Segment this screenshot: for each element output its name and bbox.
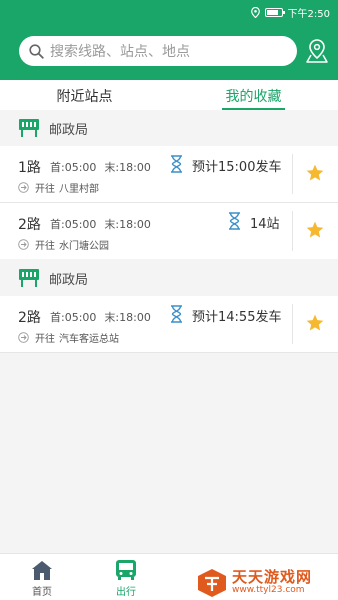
search-icon (29, 43, 44, 59)
direction-destination: 八里村部 (59, 184, 99, 195)
divider (292, 154, 293, 194)
route-row[interactable]: 2路 首:05:00 末:18:00 预计14:55发车 开往 汽车客运总站 (0, 296, 338, 352)
tab-favorites[interactable]: 我的收藏 (169, 80, 338, 110)
route-number: 1路 (18, 160, 41, 176)
direction-prefix: 开往 (35, 241, 55, 252)
star-icon[interactable] (305, 163, 325, 183)
status-time: 下午2:50 (287, 8, 330, 20)
direction-prefix: 开往 (35, 334, 55, 345)
tab-home[interactable]: 首页 (22, 559, 62, 598)
eta-text: 预计14:55发车 (192, 310, 282, 325)
status-bar: 下午2:50 (250, 5, 330, 20)
direction-line: 开往 八里村部 (18, 180, 99, 195)
watermark-url: www.ttyl23.com (232, 585, 305, 595)
direction-line: 开往 水门塘公园 (18, 237, 109, 252)
last-bus-time: 末:18:00 (104, 218, 151, 231)
home-icon (32, 561, 52, 580)
last-bus-time: 末:18:00 (104, 311, 151, 324)
route-times: 首:05:00 末:18:00 (50, 159, 159, 175)
direction-line: 开往 汽车客运总站 (18, 330, 119, 345)
search-placeholder: 搜索线路、站点、地点 (50, 44, 190, 60)
stop-header: 邮政局 (0, 260, 338, 296)
first-bus-time: 首:05:00 (50, 161, 97, 174)
tab-label: 我的收藏 (225, 89, 282, 105)
stop-header: 邮政局 (0, 110, 338, 146)
eta-text: 14站 (250, 217, 280, 232)
route-times: 首:05:00 末:18:00 (50, 216, 159, 232)
tab-travel-label: 出行 (116, 587, 136, 598)
direction-destination: 汽车客运总站 (59, 334, 119, 345)
tab-nearby-stops[interactable]: 附近站点 (0, 80, 169, 110)
direction-destination: 水门塘公园 (59, 241, 109, 252)
watermark-title: 天天游戏网 (232, 568, 313, 586)
route-number: 2路 (18, 217, 41, 233)
direction-prefix: 开往 (35, 184, 55, 195)
arrow-right-circle-icon (18, 182, 29, 193)
bus-icon (116, 560, 136, 580)
route-number: 2路 (18, 310, 41, 326)
hourglass-icon (229, 212, 240, 230)
bus-stop-icon (19, 269, 39, 287)
row-divider (0, 352, 338, 353)
arrow-right-circle-icon (18, 239, 29, 250)
eta-text: 预计15:00发车 (192, 160, 282, 175)
first-bus-time: 首:05:00 (50, 311, 97, 324)
tab-label: 附近站点 (56, 89, 113, 105)
hourglass-icon (171, 305, 182, 323)
tab-home-label: 首页 (32, 587, 52, 598)
stop-name: 邮政局 (49, 272, 89, 288)
star-icon[interactable] (305, 220, 325, 240)
watermark-logo: 天天游戏网 www.ttyl23.com (196, 566, 338, 600)
tab-travel[interactable]: 出行 (106, 559, 146, 598)
map-pin-icon[interactable] (305, 38, 329, 64)
first-bus-time: 首:05:00 (50, 218, 97, 231)
arrow-right-circle-icon (18, 332, 29, 343)
watermark-emblem-icon (198, 569, 226, 597)
tab-bar-top: 附近站点 我的收藏 (0, 80, 338, 110)
hourglass-icon (171, 155, 182, 173)
route-times: 首:05:00 末:18:00 (50, 309, 159, 325)
battery-icon (264, 7, 285, 17)
divider (292, 211, 293, 251)
route-row[interactable]: 1路 首:05:00 末:18:00 预计15:00发车 开往 八里村部 (0, 146, 338, 202)
search-input[interactable]: 搜索线路、站点、地点 (19, 36, 297, 66)
stop-name: 邮政局 (49, 122, 89, 138)
route-row[interactable]: 2路 首:05:00 末:18:00 14站 开往 水门塘公园 (0, 203, 338, 259)
divider (292, 304, 293, 344)
bus-stop-icon (19, 119, 39, 137)
star-icon[interactable] (305, 313, 325, 333)
last-bus-time: 末:18:00 (104, 161, 151, 174)
location-icon (250, 6, 260, 18)
